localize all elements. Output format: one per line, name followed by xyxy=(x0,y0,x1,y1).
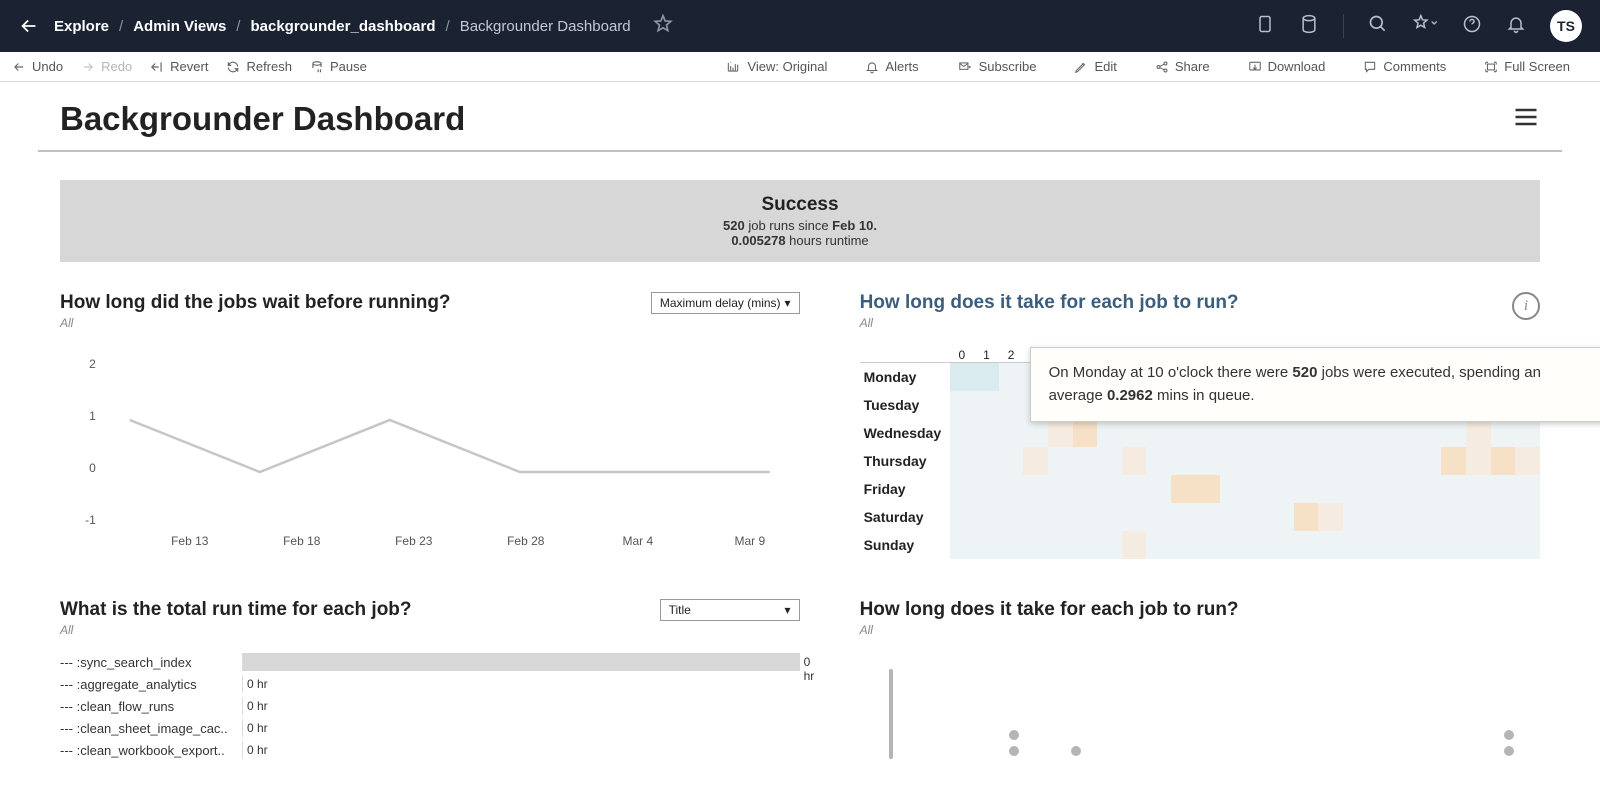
dot-chart[interactable] xyxy=(860,659,1540,759)
svg-text:Feb 28: Feb 28 xyxy=(507,534,545,548)
svg-text:Feb 18: Feb 18 xyxy=(283,534,321,548)
svg-text:0: 0 xyxy=(89,461,96,475)
comments-button[interactable]: Comments xyxy=(1363,59,1446,74)
top-navigation: Explore / Admin Views / backgrounder_das… xyxy=(0,0,1600,52)
favorites-dropdown-icon[interactable] xyxy=(1412,14,1438,39)
toolbar: Undo Redo Revert Refresh Pause View: Ori… xyxy=(0,52,1600,82)
chart3-title: What is the total run time for each job? xyxy=(60,599,412,621)
chevron-down-icon: ▾ xyxy=(785,603,791,617)
chart4-subtitle: All xyxy=(860,623,1239,637)
chart1-subtitle: All xyxy=(60,316,451,330)
breadcrumb-admin-views[interactable]: Admin Views xyxy=(133,18,226,35)
user-avatar[interactable]: TS xyxy=(1550,10,1582,42)
svg-text:2: 2 xyxy=(89,357,96,371)
page-title: Backgrounder Dashboard xyxy=(60,100,465,138)
banner-title: Success xyxy=(74,194,1526,216)
chart2-title: How long does it take for each job to ru… xyxy=(860,292,1239,314)
chart4-title: How long does it take for each job to ru… xyxy=(860,599,1239,621)
chart1-title: How long did the jobs wait before runnin… xyxy=(60,292,451,314)
view-button[interactable]: View: Original xyxy=(725,59,827,74)
chart2-subtitle: All xyxy=(860,316,1239,330)
chart3-subtitle: All xyxy=(60,623,412,637)
help-icon[interactable] xyxy=(1462,14,1482,39)
svg-text:1: 1 xyxy=(89,409,96,423)
line-chart[interactable]: 2 1 0 -1 Feb 13 Feb 18 Feb 23 Feb 28 Mar… xyxy=(60,350,800,550)
download-button[interactable]: Download xyxy=(1248,59,1326,74)
svg-text:-1: -1 xyxy=(85,513,96,527)
favorite-star-icon[interactable] xyxy=(653,14,673,39)
svg-text:Feb 13: Feb 13 xyxy=(171,534,209,548)
redo-button[interactable]: Redo xyxy=(81,59,132,74)
chart1-dropdown[interactable]: Maximum delay (mins)▾ xyxy=(651,292,800,314)
svg-text:Mar 4: Mar 4 xyxy=(622,534,653,548)
svg-text:Mar 9: Mar 9 xyxy=(734,534,765,548)
tablet-icon[interactable] xyxy=(1255,14,1275,39)
search-icon[interactable] xyxy=(1368,14,1388,39)
notifications-icon[interactable] xyxy=(1506,14,1526,39)
undo-button[interactable]: Undo xyxy=(12,59,63,74)
breadcrumb-current: Backgrounder Dashboard xyxy=(460,18,631,35)
share-button[interactable]: Share xyxy=(1155,59,1210,74)
breadcrumb: Explore / Admin Views / backgrounder_das… xyxy=(54,18,631,35)
menu-icon[interactable] xyxy=(1512,103,1540,136)
chart3-dropdown[interactable]: Title▾ xyxy=(660,599,800,621)
heatmap-tooltip: On Monday at 10 o'clock there were 520 j… xyxy=(1030,347,1600,422)
fullscreen-button[interactable]: Full Screen xyxy=(1484,59,1570,74)
refresh-button[interactable]: Refresh xyxy=(226,59,292,74)
dashboard-content: Backgrounder Dashboard Success 520 job r… xyxy=(0,82,1600,800)
bar-list[interactable]: --- :sync_search_index0 hr--- :aggregate… xyxy=(60,651,800,761)
edit-button[interactable]: Edit xyxy=(1074,59,1116,74)
chevron-down-icon: ▾ xyxy=(785,296,791,310)
breadcrumb-explore[interactable]: Explore xyxy=(54,18,109,35)
revert-button[interactable]: Revert xyxy=(150,59,208,74)
alerts-button[interactable]: Alerts xyxy=(865,59,918,74)
svg-text:Feb 23: Feb 23 xyxy=(395,534,433,548)
breadcrumb-workbook[interactable]: backgrounder_dashboard xyxy=(250,18,435,35)
subscribe-button[interactable]: Subscribe xyxy=(957,59,1037,74)
database-icon[interactable] xyxy=(1299,14,1319,39)
info-icon[interactable]: i xyxy=(1512,292,1540,320)
pause-button[interactable]: Pause xyxy=(310,59,367,74)
success-banner: Success 520 job runs since Feb 10. 0.005… xyxy=(60,180,1540,262)
back-arrow-icon[interactable] xyxy=(18,15,40,37)
